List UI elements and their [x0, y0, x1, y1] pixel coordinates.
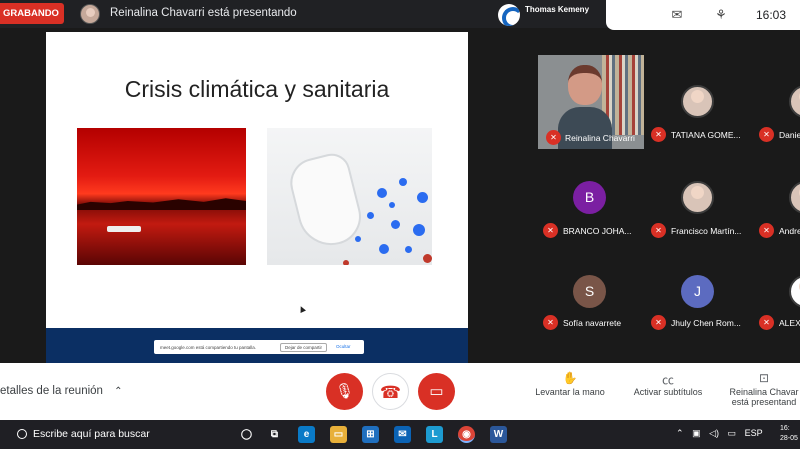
participant-avatar — [681, 85, 714, 118]
shared-slide: Crisis climática y sanitaria meet.google… — [46, 32, 468, 363]
active-speaker-name: Thomas Kemeny — [525, 5, 590, 14]
meeting-controls: etalles de la reunión ⌃ 🎙︎ ☎ ▭ ✋ Levanta… — [0, 363, 800, 420]
mic-off-icon: ✕ — [759, 223, 774, 238]
speaker-avatar-icon — [498, 4, 520, 26]
screen-share-bar: meet.google.com está compartiendo tu pan… — [154, 340, 364, 354]
mic-off-icon: ✕ — [759, 127, 774, 142]
word-icon[interactable]: W — [490, 426, 507, 443]
participant-grid: ✕ TATIANA GOME... ✕ Danie B ✕ BRANCO JOH… — [536, 55, 800, 341]
captions-label: Activar subtítulos — [633, 387, 703, 397]
share-message: meet.google.com está compartiendo tu pan… — [160, 344, 257, 350]
recording-badge: GRABANDO — [0, 3, 64, 24]
meeting-details-label: etalles de la reunión — [0, 385, 103, 397]
participant-avatar — [789, 85, 800, 118]
mask-virus-image — [267, 128, 432, 265]
cortana-icon[interactable]: ◯ — [238, 426, 255, 443]
language-indicator[interactable]: ESP — [745, 428, 763, 438]
task-view-icon[interactable]: ⧉ — [266, 426, 283, 443]
volume-icon[interactable]: ◁) — [709, 428, 719, 438]
raise-hand-button[interactable]: ✋ Levantar la mano — [530, 371, 610, 397]
participant-tile[interactable]: ✕ ALEX — [752, 245, 800, 341]
meet-window: GRABANDO Reinalina Chavarri está present… — [0, 0, 800, 449]
presenting-text: Reinalina Chavarri está presentando — [110, 7, 297, 19]
participant-name: BRANCO JOHA... — [563, 226, 632, 236]
presentation-button[interactable]: ⊡ Reinalina Chavar está presentand — [728, 371, 800, 407]
participant-initial-avatar: B — [573, 181, 606, 214]
system-tray: ⌃ ▣ ◁) ▭ ESP — [676, 428, 763, 439]
participant-avatar — [681, 181, 714, 214]
participant-tile[interactable]: ✕ Danie — [752, 55, 800, 151]
top-right-panel: ✉ ⚘ 16:03 — [606, 0, 800, 30]
participant-tile[interactable]: J ✕ Jhuly Chen Rom... — [644, 245, 752, 341]
mic-toggle-button[interactable]: 🎙︎ — [326, 373, 363, 410]
file-explorer-icon[interactable]: ▭ — [330, 426, 347, 443]
participant-avatar — [789, 181, 800, 214]
mic-off-icon: ✕ — [651, 223, 666, 238]
taskbar-search-input[interactable]: Escribe aquí para buscar — [33, 428, 150, 440]
participant-name: Francisco Martín... — [671, 226, 742, 236]
presenter-label-1: Reinalina Chavar — [729, 387, 799, 397]
mic-off-icon: ✕ — [759, 315, 774, 330]
participant-tile[interactable]: ✕ Andre — [752, 151, 800, 247]
slide-footer: meet.google.com está compartiendo tu pan… — [46, 328, 468, 363]
stop-sharing-button[interactable]: Dejar de compartir — [280, 343, 328, 352]
leave-call-button[interactable]: ☎ — [372, 373, 409, 410]
participant-name: Sofía navarrete — [563, 318, 622, 328]
battery-icon[interactable]: ▭ — [728, 428, 737, 438]
present-icon: ⊡ — [758, 371, 770, 385]
presenter-label-2: está presentand — [731, 397, 797, 407]
hand-icon: ✋ — [562, 371, 578, 385]
participant-avatar — [789, 275, 800, 308]
raise-hand-label: Levantar la mano — [535, 387, 605, 397]
participant-tile[interactable]: ✕ TATIANA GOME... — [644, 55, 752, 151]
windows-taskbar: Escribe aquí para buscar ◯ ⧉ e ▭ ⊞ ✉ L ◉… — [0, 420, 800, 449]
mic-off-icon: ✕ — [543, 223, 558, 238]
search-icon[interactable] — [17, 429, 27, 439]
top-bar: GRABANDO Reinalina Chavarri está present… — [0, 0, 800, 30]
slide-title: Crisis climática y sanitaria — [124, 76, 390, 102]
climate-image — [77, 128, 246, 265]
participant-tile[interactable]: ✕ Francisco Martín... — [644, 151, 752, 247]
participant-name: Jhuly Chen Rom... — [671, 318, 741, 328]
active-speaker: Thomas Kemeny — [498, 2, 606, 26]
presenter-avatar — [80, 4, 100, 24]
participant-name: TATIANA GOME... — [671, 130, 741, 140]
mic-off-icon: ✕ — [651, 127, 666, 142]
meeting-details-button[interactable]: etalles de la reunión ⌃ — [0, 385, 123, 397]
taskbar-time: 16: — [780, 425, 790, 432]
taskbar-clock[interactable]: 16: 28-05 — [780, 424, 798, 444]
camera-toggle-button[interactable]: ▭ — [418, 373, 455, 410]
participant-initial-avatar: J — [681, 275, 714, 308]
mic-off-icon: ✕ — [543, 315, 558, 330]
chevron-up-icon[interactable]: ⌃ — [676, 428, 684, 438]
app-l-icon[interactable]: L — [426, 426, 443, 443]
activities-icon[interactable]: ⚘ — [712, 6, 730, 24]
store-icon[interactable]: ⊞ — [362, 426, 379, 443]
participant-tile[interactable]: B ✕ BRANCO JOHA... — [536, 151, 644, 247]
network-icon[interactable]: ▣ — [692, 428, 701, 438]
hide-share-bar-button[interactable]: Ocultar — [336, 344, 351, 349]
captions-button[interactable]: ㏄ Activar subtítulos — [626, 371, 710, 397]
captions-icon: ㏄ — [661, 373, 674, 387]
edge-icon[interactable]: e — [298, 426, 315, 443]
mouse-cursor-icon — [298, 305, 306, 313]
clock: 16:03 — [756, 8, 787, 22]
participant-name: Danie — [779, 130, 800, 140]
mail-icon[interactable]: ✉ — [394, 426, 411, 443]
chevron-up-icon: ⌃ — [114, 386, 123, 397]
chrome-icon[interactable]: ◉ — [458, 426, 475, 443]
chat-icon[interactable]: ✉ — [668, 6, 686, 24]
mic-off-icon: ✕ — [651, 315, 666, 330]
taskbar-date: 28-05 — [780, 435, 798, 442]
participant-tile[interactable]: S ✕ Sofía navarrete — [536, 245, 644, 341]
participant-name: ALEX — [779, 318, 800, 328]
participant-name: Andre — [779, 226, 800, 236]
participant-initial-avatar: S — [573, 275, 606, 308]
